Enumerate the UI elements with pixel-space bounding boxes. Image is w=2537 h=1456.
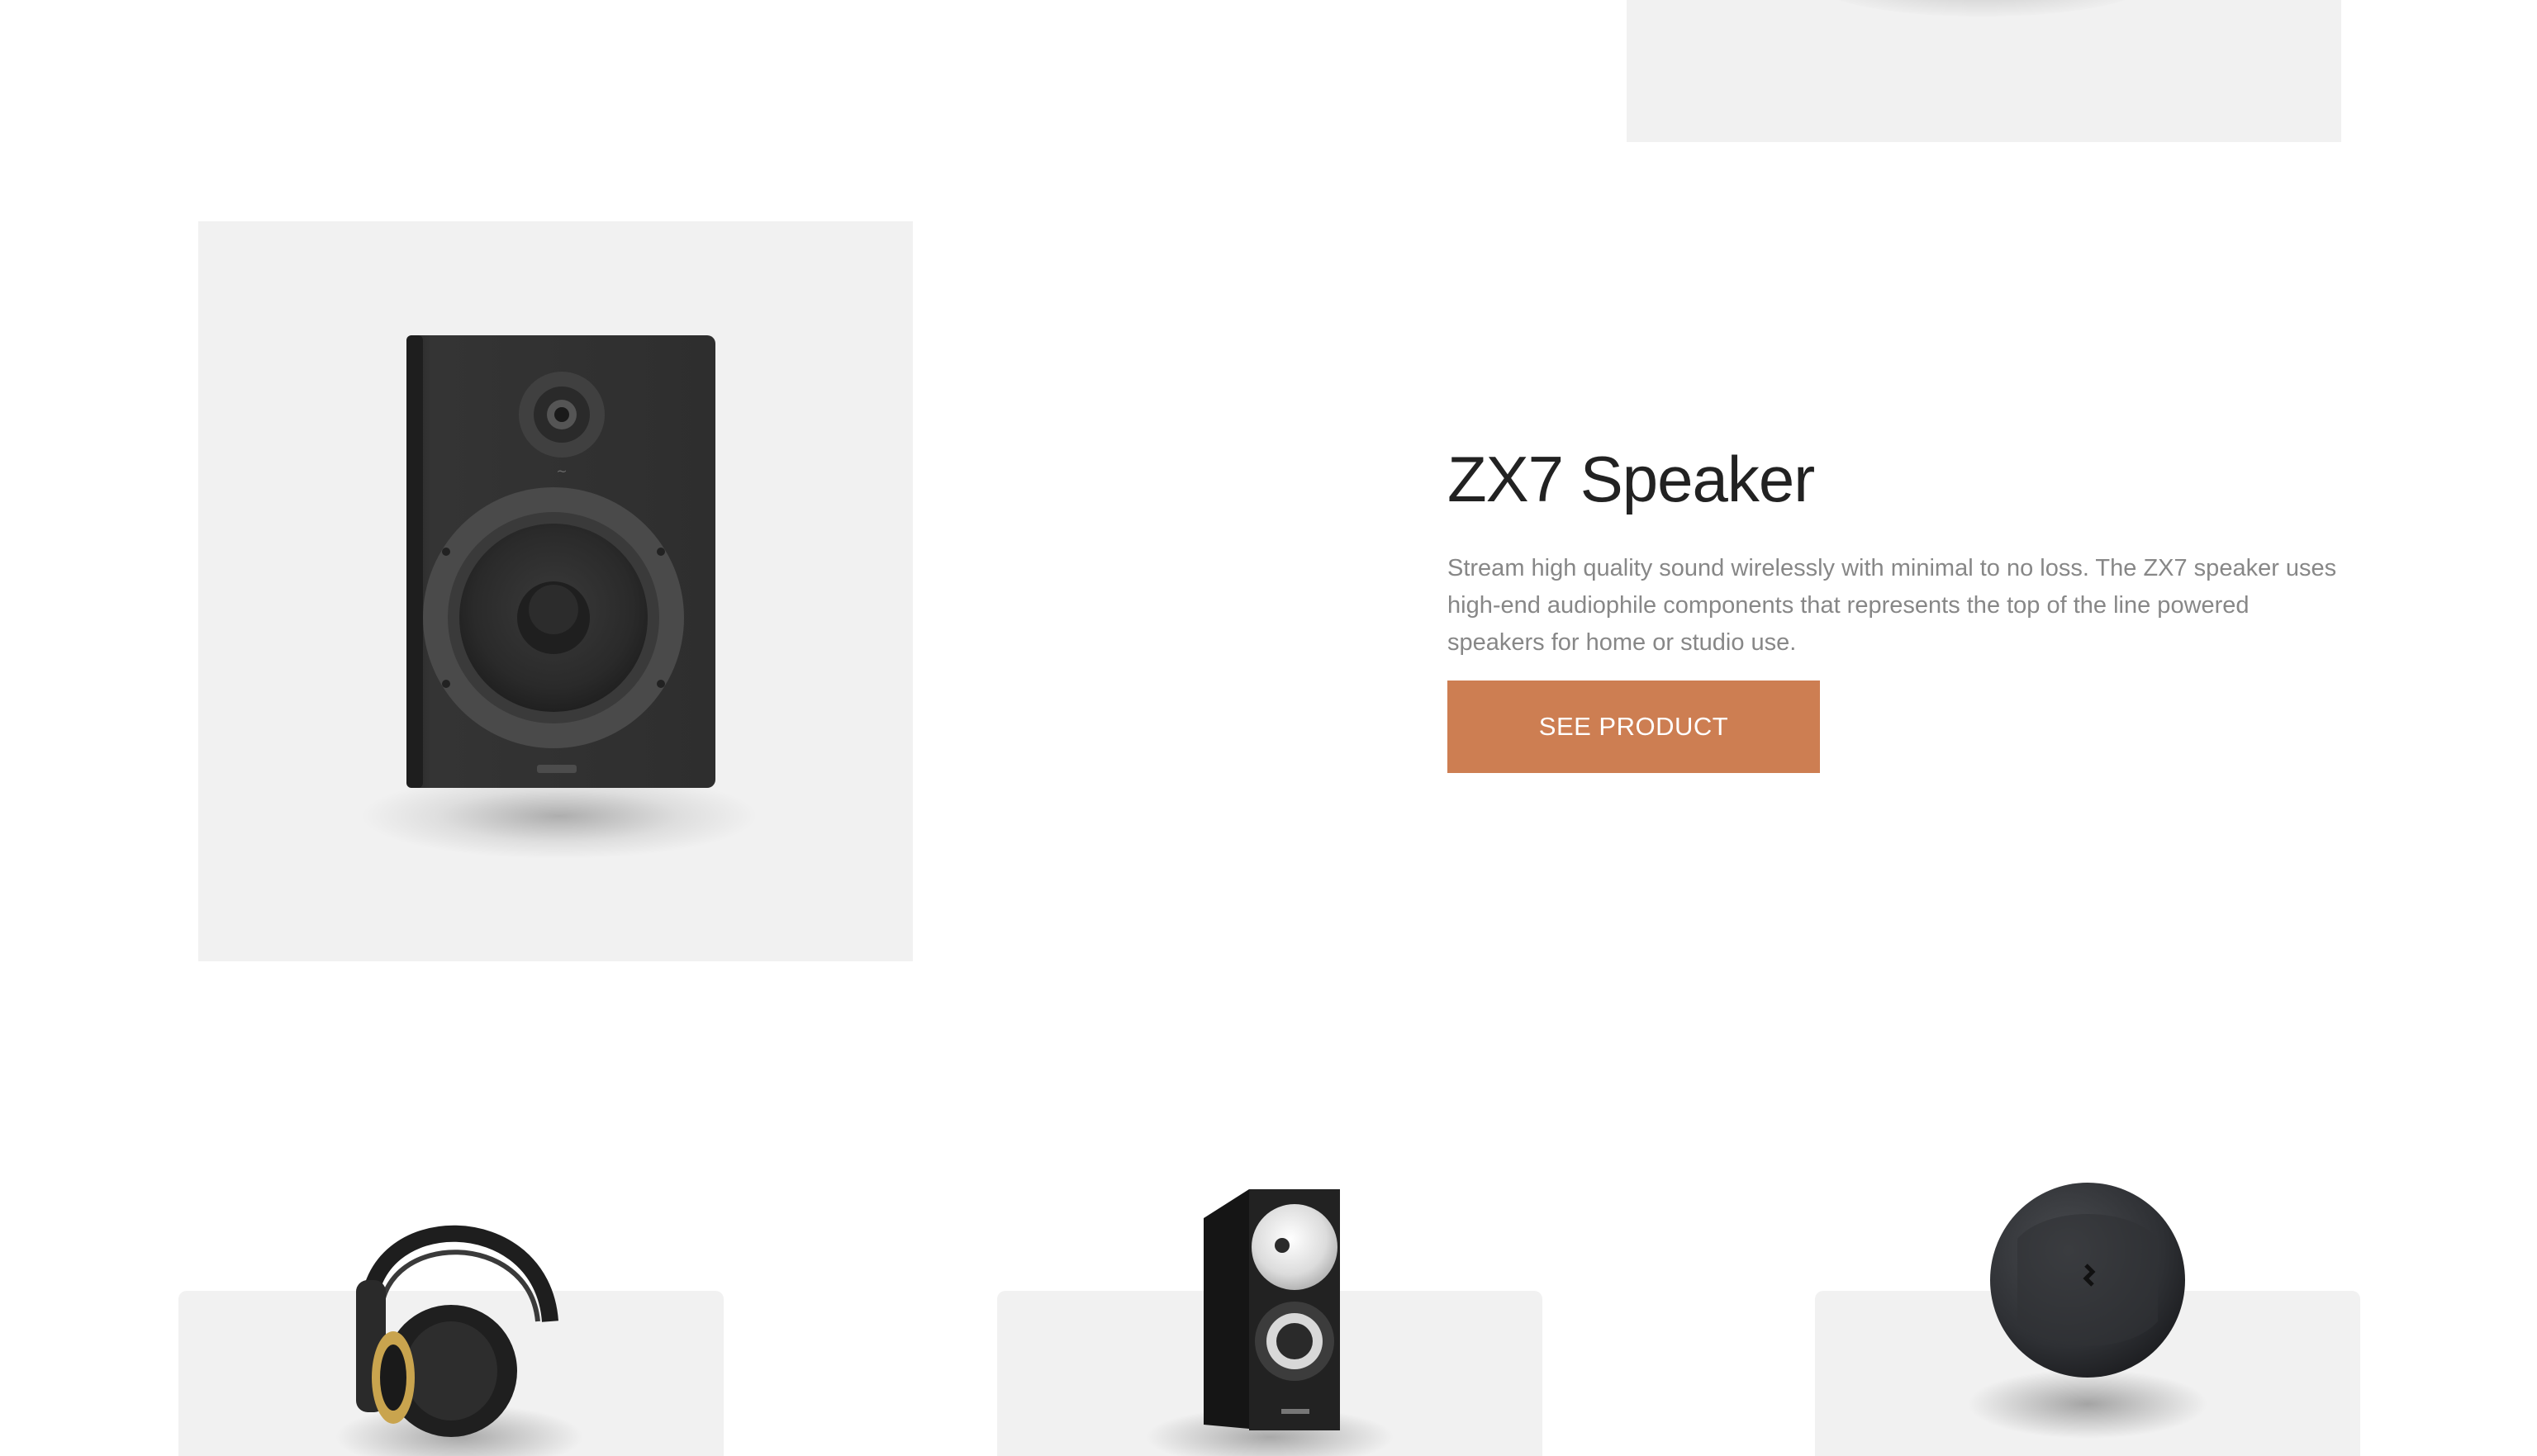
previous-product-image-panel [1627,0,2341,142]
speaker-icon: ~ [361,335,758,859]
bookshelf-speaker-icon [1146,1189,1394,1456]
see-product-button[interactable]: SEE PRODUCT [1447,681,1820,773]
zx7-product-info: ZX7 Speaker Stream high quality sound wi… [1447,438,2340,662]
wireless-earphones-icon [1968,1183,2207,1439]
product-shadow [1817,0,2147,17]
product-title: ZX7 Speaker [1447,443,1815,515]
svg-text:~: ~ [556,463,567,479]
product-description: Stream high quality sound wirelessly wit… [1447,555,2337,656]
zx7-image-panel: ~ [198,221,913,961]
headphones-icon [335,1225,583,1456]
